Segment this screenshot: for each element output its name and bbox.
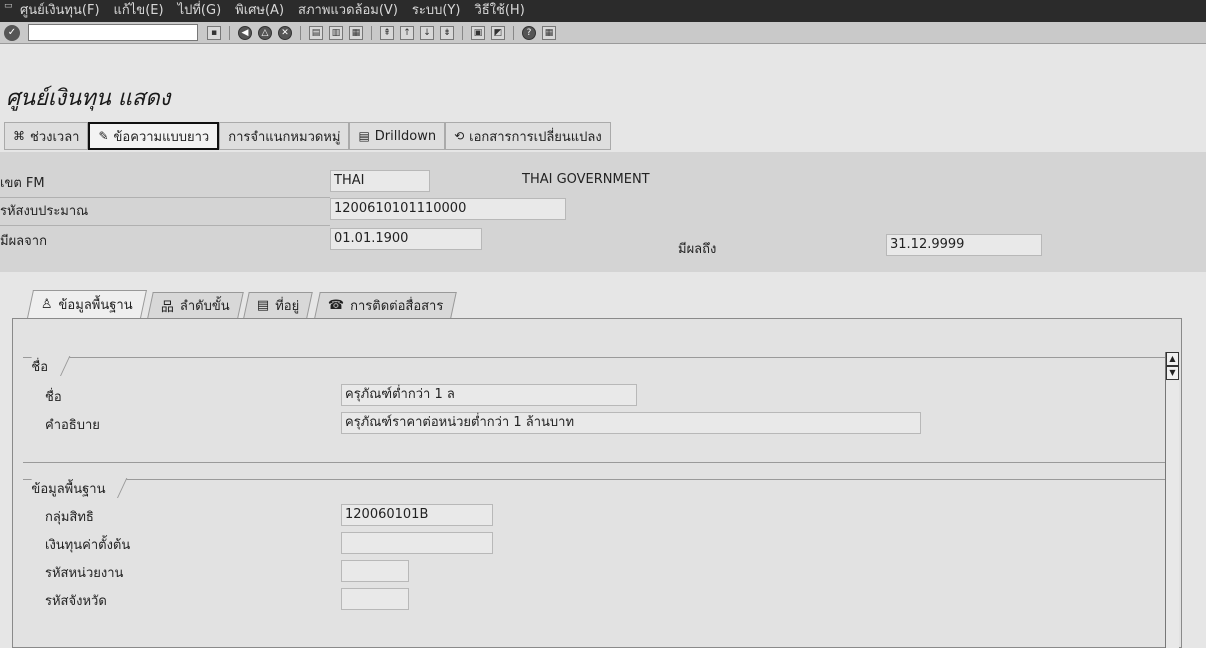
application-toolbar: ⌘ ช่วงเวลา ✎ ข้อความแบบยาว การจำแนกหมวดห…	[0, 116, 1206, 150]
province-code-label: รหัสจังหวัด	[45, 594, 107, 609]
next-page-icon[interactable]: ↓	[420, 25, 434, 40]
basic-data-group-title: ข้อมูลพื้นฐาน	[23, 478, 128, 498]
tab-strip: ♙ ข้อมูลพื้นฐาน 品 ลำดับขั้น ▤ ที่อยู่ ☎ การต…	[27, 290, 460, 318]
agency-code-field[interactable]	[341, 560, 409, 582]
menu-system[interactable]: ระบบ(Y)	[412, 0, 461, 20]
tab-address[interactable]: ▤ ที่อยู่	[243, 292, 314, 318]
change-documents-button[interactable]: ⟲ เอกสารการเปลี่ยนแปลง	[445, 122, 611, 150]
telephone-icon: ☎	[327, 298, 344, 313]
back-icon[interactable]: ◀	[238, 25, 252, 40]
budget-code-field[interactable]: 1200610101110000	[330, 198, 566, 220]
authorization-group-field[interactable]: 120060101B	[341, 504, 493, 526]
valid-to-field[interactable]: 31.12.9999	[886, 234, 1042, 256]
system-menu-icon[interactable]: ▭	[4, 1, 13, 11]
toolbar-separator	[462, 25, 463, 40]
tab-communication-label: การติดต่อสื่อสาร	[349, 299, 444, 314]
budget-code-label: รหัสงบประมาณ	[0, 204, 89, 219]
menu-bar: ▭ ศูนย์เงินทุน(F) แก้ไข(E) ไปที่(G) พิเศ…	[0, 0, 1206, 22]
print-icon[interactable]: ▤	[309, 25, 323, 40]
new-session-icon[interactable]: ▣	[471, 25, 485, 40]
name-group-title: ชื่อ	[23, 356, 70, 376]
fm-area-description: THAI GOVERNMENT	[522, 172, 650, 187]
toolbar-separator	[513, 25, 514, 40]
menu-extras[interactable]: พิเศษ(A)	[235, 0, 284, 20]
menu-edit[interactable]: แก้ไข(E)	[114, 0, 164, 20]
shortcut-icon[interactable]: ◩	[491, 25, 505, 40]
tab-address-label: ที่อยู่	[275, 299, 300, 314]
agency-code-label: รหัสหน่วยงาน	[45, 566, 124, 581]
layout-menu-icon[interactable]: ▦	[542, 25, 556, 40]
change-documents-icon: ⟲	[454, 129, 465, 143]
tab-basic-data[interactable]: ♙ ข้อมูลพื้นฐาน	[27, 290, 147, 318]
standard-toolbar: ✓ ▪ ◀ △ ✕ ▤ ▥ ▦ ⇞ ↑ ↓ ⇟ ▣ ◩ ? ▦	[0, 22, 1206, 44]
drilldown-button-label: Drilldown	[374, 128, 437, 144]
cancel-icon[interactable]: ✕	[278, 25, 292, 40]
period-icon: ⌘	[13, 129, 25, 143]
valid-to-label: มีผลถึง	[678, 242, 717, 257]
period-button-label: ช่วงเวลา	[30, 129, 80, 145]
valid-from-field[interactable]: 01.01.1900	[330, 228, 482, 250]
find-icon[interactable]: ▥	[329, 25, 343, 40]
default-fund-field[interactable]	[341, 532, 493, 554]
classification-button[interactable]: การจำแนกหมวดหมู่	[219, 122, 350, 150]
fm-area-label: เขต FM	[0, 176, 45, 191]
header-panel: เขต FM THAI THAI GOVERNMENT รหัสงบประมาณ…	[0, 152, 1206, 272]
tab-hierarchy-label: ลำดับขั้น	[179, 299, 230, 314]
tab-content: ชื่อ ชื่อ ครุภัณฑ์ต่ำกว่า 1 ล คำอธิบาย ค…	[12, 318, 1182, 648]
tab-communication[interactable]: ☎ การติดต่อสื่อสาร	[313, 292, 457, 318]
command-field[interactable]	[28, 24, 198, 41]
toolbar-separator	[300, 25, 301, 40]
classification-button-label: การจำแนกหมวดหมู่	[228, 129, 341, 145]
authorization-group-label: กลุ่มสิทธิ	[45, 510, 94, 525]
previous-page-icon[interactable]: ↑	[400, 25, 414, 40]
default-fund-label: เงินทุนค่าตั้งต้น	[45, 538, 131, 553]
toolbar-separator	[371, 25, 372, 40]
basic-data-group: ข้อมูลพื้นฐาน กลุ่มสิทธิ 120060101B เงิน…	[23, 478, 1168, 648]
menu-help[interactable]: วิธีใช้(H)	[474, 0, 524, 20]
row-divider	[0, 197, 330, 198]
menu-fund-center[interactable]: ศูนย์เงินทุน(F)	[20, 0, 100, 20]
find-next-icon[interactable]: ▦	[349, 25, 363, 40]
scroll-up-icon[interactable]: ▲	[1166, 352, 1179, 366]
vertical-scrollbar[interactable]: ▲ ▼	[1165, 352, 1179, 648]
valid-from-label: มีผลจาก	[0, 234, 47, 249]
last-page-icon[interactable]: ⇟	[440, 25, 454, 40]
menu-goto[interactable]: ไปที่(G)	[178, 0, 222, 20]
drilldown-icon: ▤	[358, 129, 370, 143]
description-label: คำอธิบาย	[45, 418, 100, 433]
name-label: ชื่อ	[45, 390, 62, 405]
long-text-button-label: ข้อความแบบยาว	[113, 129, 210, 145]
first-page-icon[interactable]: ⇞	[380, 25, 394, 40]
page-title: ศูนย์เงินทุน แสดง	[6, 86, 171, 111]
save-icon[interactable]: ▪	[207, 25, 221, 40]
tab-basic-data-label: ข้อมูลพื้นฐาน	[58, 298, 133, 313]
enter-check-icon[interactable]: ✓	[4, 24, 20, 41]
change-documents-button-label: เอกสารการเปลี่ยนแปลง	[469, 129, 602, 145]
tab-hierarchy[interactable]: 品 ลำดับขั้น	[146, 292, 244, 318]
name-group: ชื่อ ชื่อ ครุภัณฑ์ต่ำกว่า 1 ล คำอธิบาย ค…	[23, 356, 1168, 463]
drilldown-button[interactable]: ▤ Drilldown	[349, 122, 446, 150]
menu-environment[interactable]: สภาพแวดล้อม(V)	[298, 0, 398, 20]
description-field[interactable]: ครุภัณฑ์ราคาต่อหน่วยต่ำกว่า 1 ล้านบาท	[341, 412, 921, 434]
help-icon[interactable]: ?	[522, 25, 536, 40]
scroll-down-icon[interactable]: ▼	[1166, 366, 1179, 380]
person-icon: ♙	[40, 297, 53, 312]
province-code-field[interactable]	[341, 588, 409, 610]
row-divider	[0, 225, 330, 226]
long-text-button[interactable]: ✎ ข้อความแบบยาว	[88, 122, 220, 150]
hierarchy-icon: 品	[160, 300, 174, 315]
period-button[interactable]: ⌘ ช่วงเวลา	[4, 122, 89, 150]
toolbar-separator	[229, 25, 230, 40]
fm-area-field[interactable]: THAI	[330, 170, 430, 192]
address-icon: ▤	[257, 298, 270, 313]
name-field[interactable]: ครุภัณฑ์ต่ำกว่า 1 ล	[341, 384, 637, 406]
exit-icon[interactable]: △	[258, 25, 272, 40]
edit-text-icon: ✎	[98, 129, 109, 143]
